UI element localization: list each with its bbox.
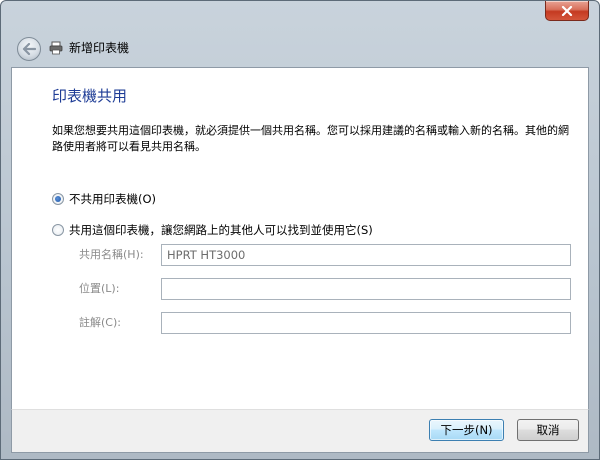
wizard-content: 印表機共用 如果您想要共用這個印表機，就必須提供一個共用名稱。您可以採用建議的名…	[11, 67, 589, 409]
window-title: 新增印表機	[69, 41, 130, 55]
printer-icon	[49, 41, 63, 55]
radio-no-share[interactable]: 不共用印表機(O)	[52, 191, 156, 207]
share-name-label: 共用名稱(H):	[79, 248, 144, 261]
radio-no-share-indicator[interactable]	[52, 193, 64, 205]
back-arrow-icon	[22, 43, 36, 55]
radio-no-share-label[interactable]: 不共用印表機(O)	[69, 191, 156, 207]
radio-share[interactable]: 共用這個印表機，讓您網路上的其他人可以找到並使用它(S)	[52, 222, 373, 238]
comment-label: 註解(C):	[79, 316, 121, 329]
close-button[interactable]	[545, 1, 589, 21]
cancel-button[interactable]: 取消	[517, 419, 579, 441]
wizard-footer: 下一步(N) 取消	[11, 409, 589, 453]
radio-selected-dot	[55, 196, 61, 202]
comment-input[interactable]	[161, 312, 571, 334]
page-description: 如果您想要共用這個印表機，就必須提供一個共用名稱。您可以採用建議的名稱或輸入新的…	[52, 124, 569, 153]
close-icon	[561, 5, 573, 16]
share-name-input[interactable]: HPRT HT3000	[161, 244, 571, 266]
location-input[interactable]	[161, 278, 571, 300]
page-heading: 印表機共用	[52, 87, 128, 105]
radio-share-label[interactable]: 共用這個印表機，讓您網路上的其他人可以找到並使用它(S)	[69, 222, 373, 238]
wizard-window: 新增印表機 印表機共用 如果您想要共用這個印表機，就必須提供一個共用名稱。您可以…	[0, 0, 600, 460]
radio-share-indicator[interactable]	[52, 224, 64, 236]
next-button[interactable]: 下一步(N)	[429, 419, 504, 441]
back-button[interactable]	[17, 37, 41, 61]
location-label: 位置(L):	[79, 282, 120, 295]
